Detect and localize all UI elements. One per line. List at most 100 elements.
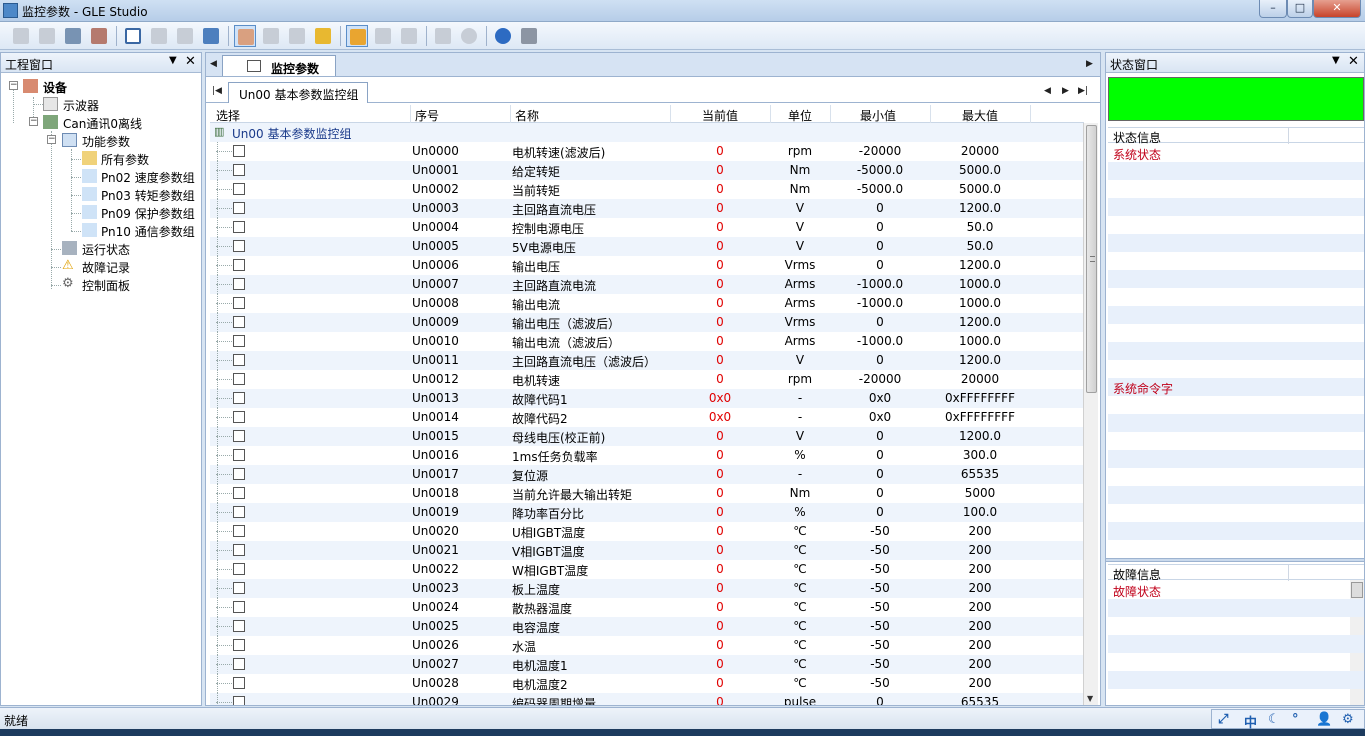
select-checkbox[interactable] [233, 430, 245, 442]
select-checkbox[interactable] [233, 221, 245, 233]
table-row[interactable]: Un0028 电机温度2 0 ℃ -50 200 [210, 674, 1084, 693]
param-current-value[interactable]: 0 [672, 467, 768, 481]
param-current-value[interactable]: 0x0 [672, 410, 768, 424]
param-current-value[interactable]: 0 [672, 258, 768, 272]
table-row[interactable]: Un0019 降功率百分比 0% 0 100.0 [210, 503, 1084, 522]
col-min[interactable]: 最小值 [860, 107, 896, 124]
table-row[interactable]: Un0002 当前转矩 0 Nm -5000.0 5000.0 [210, 180, 1084, 199]
select-checkbox[interactable] [233, 335, 245, 347]
table-row[interactable]: Un0015 母线电压(校正前) 0 V 0 1200.0 [210, 427, 1084, 446]
param-current-value[interactable]: 0 [672, 505, 768, 519]
minimize-button[interactable]: – [1259, 0, 1287, 18]
ime-resize-icon[interactable]: ⤢ [1218, 712, 1228, 727]
select-checkbox[interactable] [233, 696, 245, 705]
select-checkbox[interactable] [233, 183, 245, 195]
param-current-value[interactable]: 0x0 [672, 391, 768, 405]
first-tab-icon[interactable]: |◀ [212, 86, 222, 96]
search-icon[interactable] [458, 25, 480, 47]
col-unit[interactable]: 单位 [788, 107, 812, 124]
select-checkbox[interactable] [233, 278, 245, 290]
param-current-value[interactable]: 0 [672, 619, 768, 633]
add-file-button[interactable] [36, 25, 58, 47]
table-row[interactable]: Un0025 电容温度 0 ℃ -50 200 [210, 617, 1084, 636]
select-checkbox[interactable] [233, 316, 245, 328]
param-current-value[interactable]: 0 [672, 334, 768, 348]
save-folder-button[interactable] [174, 25, 196, 47]
add-device-button[interactable] [10, 25, 32, 47]
table-row[interactable]: Un0006 输出电压 0 Vrms 0 1200.0 [210, 256, 1084, 275]
col-select[interactable]: 选择 [216, 107, 240, 124]
table-row[interactable]: Un0007 主回路直流电流 0 Arms -1000.0 1000.0 [210, 275, 1084, 294]
grid-scroll-thumb[interactable] [1086, 125, 1097, 393]
maximize-button[interactable]: □ [1287, 0, 1313, 18]
param-current-value[interactable]: 0 [672, 372, 768, 386]
home-button[interactable] [234, 25, 256, 47]
grid-scrollbar[interactable]: ▼ [1083, 123, 1098, 705]
param-current-value[interactable]: 0 [672, 220, 768, 234]
table-row[interactable]: Un0027 电机温度1 0 ℃ -50 200 [210, 655, 1084, 674]
select-checkbox[interactable] [233, 449, 245, 461]
table-row[interactable]: Un0026 水温 0 ℃ -50 200 [210, 636, 1084, 655]
select-checkbox[interactable] [233, 164, 245, 176]
ime-moon-icon[interactable]: ☾ [1268, 712, 1280, 727]
table-row[interactable]: Un0024 散热器温度 0 ℃ -50 200 [210, 598, 1084, 617]
select-checkbox[interactable] [233, 240, 245, 252]
select-checkbox[interactable] [233, 544, 245, 556]
ime-toolbar[interactable]: ⤢ 中 ☾ ° 👤 ⚙ [1211, 709, 1365, 731]
table-row[interactable]: Un0005 5V电源电压 0 V 0 50.0 [210, 237, 1084, 256]
param-current-value[interactable]: 0 [672, 581, 768, 595]
detail-view-button[interactable] [398, 25, 420, 47]
select-checkbox[interactable] [233, 411, 245, 423]
select-checkbox[interactable] [233, 563, 245, 575]
select-checkbox[interactable] [233, 658, 245, 670]
select-checkbox[interactable] [233, 373, 245, 385]
table-row[interactable]: Un0000 电机转速(滤波后) 0 rpm -20000 20000 [210, 142, 1084, 161]
panel-splitter[interactable] [1106, 558, 1364, 562]
param-current-value[interactable]: 0 [672, 543, 768, 557]
exit-button[interactable] [518, 25, 540, 47]
param-current-value[interactable]: 0 [672, 277, 768, 291]
table-row[interactable]: Un0016 1ms任务负载率 0% 0 300.0 [210, 446, 1084, 465]
tab-un00-group[interactable]: Un00 基本参数监控组 [228, 82, 368, 103]
col-current-value[interactable]: 当前值 [702, 107, 738, 124]
table-row[interactable]: Un0004 控制电源电压 0 V 0 50.0 [210, 218, 1084, 237]
select-checkbox[interactable] [233, 582, 245, 594]
table-row[interactable]: Un0001 给定转矩 0 Nm -5000.0 5000.0 [210, 161, 1084, 180]
tool-button[interactable] [312, 25, 334, 47]
table-row[interactable]: Un0010 输出电流（滤波后） 0 Arms -1000.0 1000.0 [210, 332, 1084, 351]
next-tab-icon[interactable]: ▶ [1062, 86, 1069, 96]
table-row[interactable]: Un0008 输出电流 0 Arms -1000.0 1000.0 [210, 294, 1084, 313]
col-index[interactable]: 序号 [415, 107, 439, 124]
open-folder-button[interactable] [148, 25, 170, 47]
param-current-value[interactable]: 0 [672, 676, 768, 690]
select-checkbox[interactable] [233, 487, 245, 499]
table-row[interactable]: Un0023 板上温度 0 ℃ -50 200 [210, 579, 1084, 598]
select-checkbox[interactable] [233, 601, 245, 613]
select-checkbox[interactable] [233, 392, 245, 404]
scroll-down-icon[interactable]: ▼ [1087, 694, 1093, 703]
param-current-value[interactable]: 0 [672, 695, 768, 705]
copy-button[interactable] [200, 25, 222, 47]
select-checkbox[interactable] [233, 354, 245, 366]
dropdown-icon[interactable]: ▼ [1332, 55, 1340, 66]
table-row[interactable]: Un0029 编码器周期增量 0 pulse 0 65535 [210, 693, 1084, 705]
select-checkbox[interactable] [233, 145, 245, 157]
close-icon[interactable]: ✕ [185, 54, 196, 69]
param-current-value[interactable]: 0 [672, 524, 768, 538]
upload-button[interactable] [260, 25, 282, 47]
param-current-value[interactable]: 0 [672, 448, 768, 462]
table-row[interactable]: Un0018 当前允许最大输出转矩 0 Nm 0 5000 [210, 484, 1084, 503]
table-row[interactable]: Un0012 电机转速 0 rpm -20000 20000 [210, 370, 1084, 389]
connect-button[interactable] [62, 25, 84, 47]
group-row[interactable]: ▥ Un00 基本参数监控组 [210, 123, 1084, 142]
param-current-value[interactable]: 0 [672, 600, 768, 614]
select-checkbox[interactable] [233, 639, 245, 651]
table-row[interactable]: Un0022 W相IGBT温度 0 ℃ -50 200 [210, 560, 1084, 579]
chart-button[interactable] [346, 25, 368, 47]
param-current-value[interactable]: 0 [672, 296, 768, 310]
table-row[interactable]: Un0009 输出电压（滤波后） 0 Vrms 0 1200.0 [210, 313, 1084, 332]
table-row[interactable]: Un0013 故障代码1 0x0 - 0x0 0xFFFFFFFF [210, 389, 1084, 408]
param-current-value[interactable]: 0 [672, 201, 768, 215]
ime-user-icon[interactable]: 👤 [1316, 712, 1332, 727]
param-current-value[interactable]: 0 [672, 657, 768, 671]
